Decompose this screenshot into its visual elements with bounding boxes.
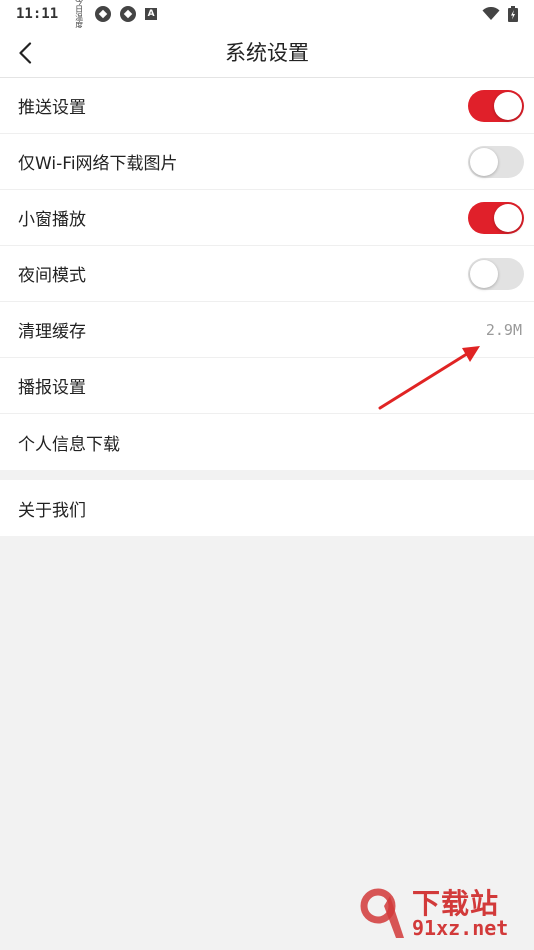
status-bar: 11:11 今日 温度 A — [0, 0, 534, 30]
setting-label: 推送设置 — [18, 98, 86, 118]
setting-label: 夜间模式 — [18, 266, 86, 286]
notification-icons: 今日 温度 A — [72, 0, 158, 30]
toggle-knob — [494, 203, 522, 232]
battery-icon — [508, 6, 518, 22]
watermark: 下载站 91xz.net — [354, 882, 530, 948]
app-icon — [120, 6, 137, 22]
a-icon: A — [145, 8, 158, 20]
setting-wifi-images[interactable]: 仅Wi-Fi网络下载图片 — [0, 134, 534, 190]
setting-label: 播报设置 — [18, 378, 86, 398]
push-toggle[interactable] — [468, 89, 524, 122]
back-button[interactable] — [10, 38, 40, 68]
status-time: 11:11 — [16, 6, 59, 22]
night-mode-toggle[interactable] — [468, 257, 524, 290]
setting-label: 关于我们 — [18, 500, 86, 521]
page-title: 系统设置 — [225, 41, 309, 65]
setting-about-us[interactable]: 关于我们 — [0, 480, 534, 536]
weather-icon: 今日 温度 — [75, 0, 84, 30]
toggle-knob — [470, 147, 498, 176]
watermark-logo-icon — [360, 888, 404, 938]
setting-label: 清理缓存 — [18, 322, 86, 342]
app-icon — [95, 6, 112, 22]
cache-size-value: 2.9M — [485, 320, 522, 339]
setting-label: 仅Wi-Fi网络下载图片 — [18, 154, 178, 174]
toggle-knob — [470, 259, 498, 288]
system-icons — [482, 6, 518, 22]
toggle-knob — [494, 91, 522, 120]
watermark-domain: 91xz.net — [412, 916, 509, 940]
chevron-left-icon — [19, 42, 32, 64]
mini-window-toggle[interactable] — [468, 201, 524, 234]
setting-night-mode[interactable]: 夜间模式 — [0, 246, 534, 302]
setting-push[interactable]: 推送设置 — [0, 78, 534, 134]
app-header: 系统设置 — [0, 28, 534, 78]
wifi-images-toggle[interactable] — [468, 145, 524, 178]
setting-label: 个人信息下载 — [18, 434, 120, 455]
setting-personal-info-download[interactable]: 个人信息下载 — [0, 414, 534, 470]
settings-list-about: 关于我们 — [0, 480, 534, 536]
wifi-icon — [482, 7, 500, 20]
annotation-arrow — [378, 346, 480, 410]
setting-label: 小窗播放 — [18, 210, 86, 230]
setting-mini-window[interactable]: 小窗播放 — [0, 190, 534, 246]
